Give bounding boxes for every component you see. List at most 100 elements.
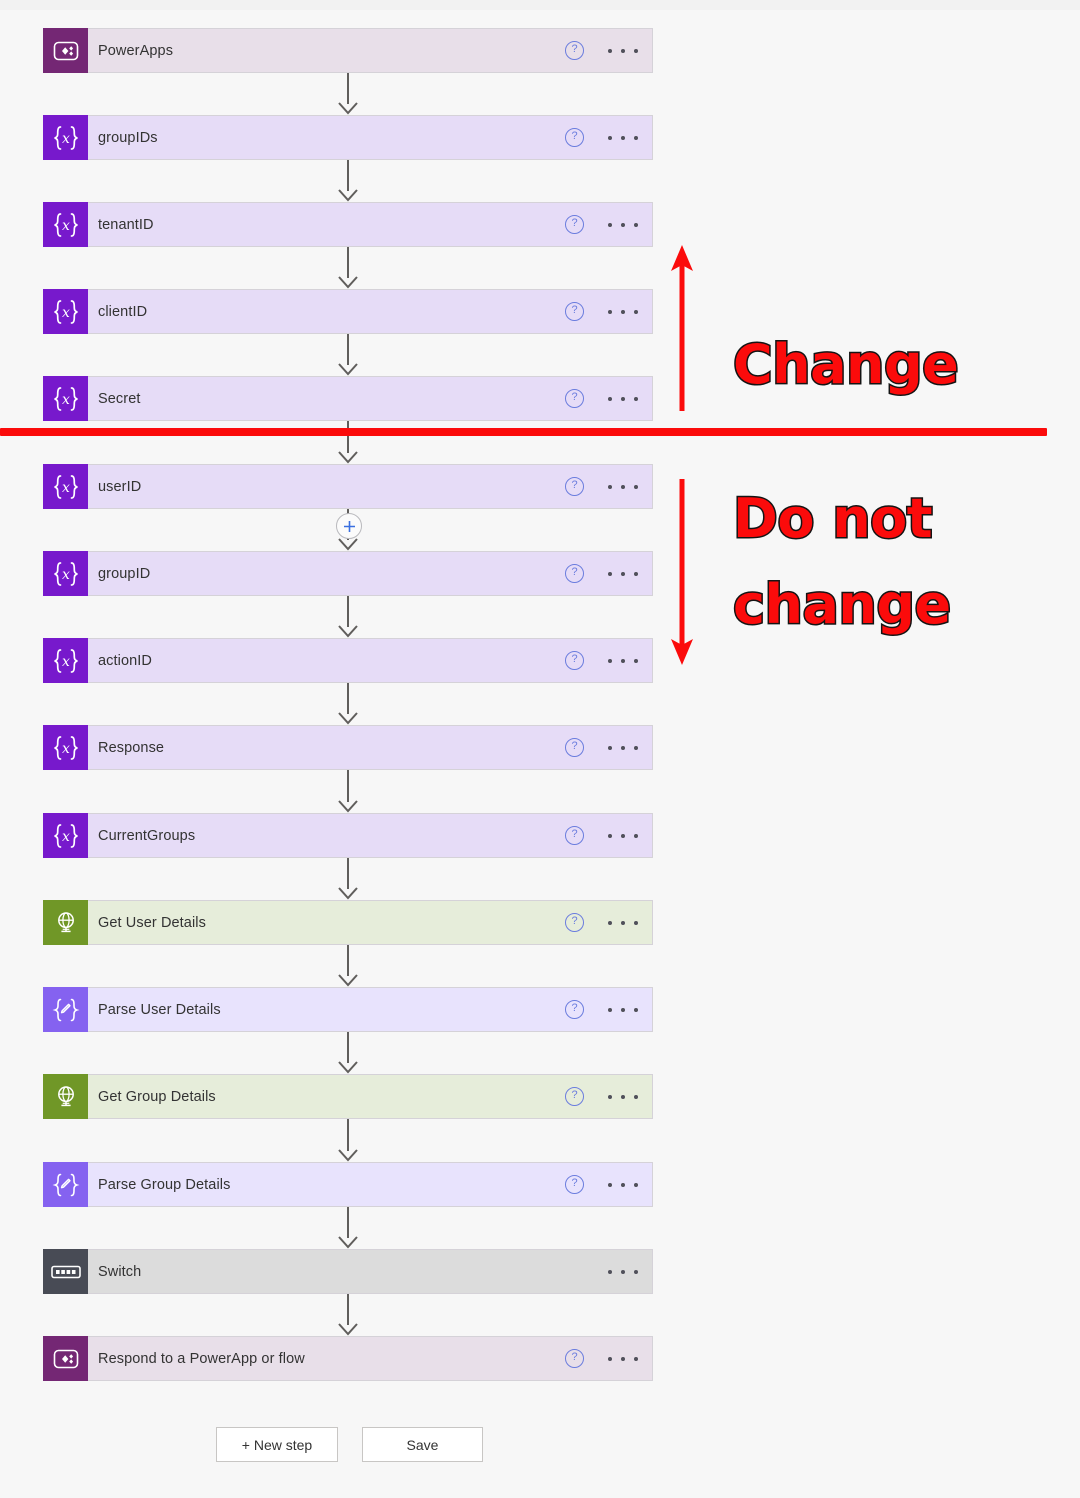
help-icon[interactable]: ? (565, 1349, 584, 1368)
help-icon[interactable]: ? (565, 1087, 584, 1106)
flow-card-GetUserDetails[interactable]: Get User Details? (43, 900, 653, 945)
help-icon[interactable]: ? (565, 1175, 584, 1194)
flow-connector-line (347, 247, 349, 278)
flow-card-userID[interactable]: x userID? (43, 464, 653, 509)
variable-icon: x (43, 289, 88, 334)
help-icon[interactable]: ? (565, 215, 584, 234)
more-options-icon[interactable] (608, 48, 638, 53)
flow-card-title: Get User Details (98, 914, 206, 931)
svg-text:x: x (62, 305, 70, 321)
flow-card-groupIDs[interactable]: x groupIDs? (43, 115, 653, 160)
globe-icon (43, 900, 88, 945)
insert-new-step-button[interactable] (336, 513, 362, 539)
help-icon[interactable]: ? (565, 738, 584, 757)
more-options-icon[interactable] (608, 222, 638, 227)
variable-icon: x (53, 299, 78, 324)
powerapps-icon (43, 1336, 88, 1381)
flow-connector-line (347, 73, 349, 104)
more-options-icon[interactable] (608, 309, 638, 314)
parse-json-icon (43, 987, 88, 1032)
save-button[interactable]: Save (362, 1427, 483, 1462)
globe-icon (43, 1074, 88, 1119)
flow-connector-line (347, 334, 349, 365)
annotation-change-2-label: change (732, 573, 953, 636)
flow-card-powerapps[interactable]: PowerApps? (43, 28, 653, 73)
flow-card-actionID[interactable]: x actionID? (43, 638, 653, 683)
flow-card-ParseUserDetails[interactable]: Parse User Details? (43, 987, 653, 1032)
help-icon[interactable]: ? (565, 564, 584, 583)
variable-icon: x (53, 561, 78, 586)
switch-icon (43, 1249, 88, 1294)
flow-card-Response[interactable]: x Response? (43, 725, 653, 770)
more-options-icon[interactable] (608, 571, 638, 576)
flow-card-title: groupID (98, 565, 151, 582)
flow-connector-line (347, 421, 349, 453)
svg-text:x: x (62, 480, 70, 496)
variable-icon: x (43, 376, 88, 421)
parse-json-icon (52, 1173, 79, 1196)
more-options-icon[interactable] (608, 484, 638, 489)
parse-json-icon (52, 998, 79, 1021)
variable-icon: x (43, 725, 88, 770)
variable-icon: x (43, 464, 88, 509)
flow-card-clientID[interactable]: x clientID? (43, 289, 653, 334)
more-options-icon[interactable] (608, 135, 638, 140)
help-icon[interactable]: ? (565, 826, 584, 845)
help-icon[interactable]: ? (565, 651, 584, 670)
variable-icon: x (43, 551, 88, 596)
more-options-icon[interactable] (608, 1182, 638, 1187)
flow-connector-arrowhead (337, 189, 359, 202)
variable-icon: x (53, 212, 78, 237)
more-options-icon[interactable] (608, 658, 638, 663)
annotation-arrow-up (668, 243, 696, 411)
more-options-icon[interactable] (608, 396, 638, 401)
flow-card-Secret[interactable]: x Secret? (43, 376, 653, 421)
flow-connector-line (347, 1294, 349, 1325)
more-options-icon[interactable] (608, 920, 638, 925)
variable-icon: x (53, 823, 78, 848)
powerapps-icon (43, 28, 88, 73)
flow-connector-line (347, 858, 349, 889)
flow-card-Switch[interactable]: Switch? (43, 1249, 653, 1294)
flow-card-title: Response (98, 739, 165, 756)
flow-card-title: userID (98, 478, 142, 495)
more-options-icon[interactable] (608, 833, 638, 838)
flow-connector-line (347, 160, 349, 191)
flow-card-title: Switch (98, 1263, 142, 1280)
more-options-icon[interactable] (608, 1094, 638, 1099)
flow-card-RespondPowerApp[interactable]: Respond to a PowerApp or flow? (43, 1336, 653, 1381)
flow-card-GetGroupDetails[interactable]: Get Group Details? (43, 1074, 653, 1119)
flow-connector-arrowhead (337, 887, 359, 900)
annotation-divider-line (0, 428, 1047, 436)
help-icon[interactable]: ? (565, 41, 584, 60)
flow-connector-arrowhead (337, 712, 359, 725)
flow-card-ParseGroupDetails[interactable]: Parse Group Details? (43, 1162, 653, 1207)
help-icon[interactable]: ? (565, 913, 584, 932)
more-options-icon[interactable] (608, 745, 638, 750)
flow-connector-line (347, 596, 349, 627)
annotation-change-label: Change (731, 333, 960, 396)
flow-card-title: Get Group Details (98, 1088, 216, 1105)
flow-card-tenantID[interactable]: x tenantID? (43, 202, 653, 247)
variable-icon: x (53, 735, 78, 760)
more-options-icon[interactable] (608, 1269, 638, 1274)
flow-connector-arrowhead (337, 625, 359, 638)
help-icon[interactable]: ? (565, 389, 584, 408)
flow-card-title: actionID (98, 652, 152, 669)
powerapps-icon (53, 41, 78, 60)
flow-connector-line (347, 1119, 349, 1151)
svg-text:x: x (62, 131, 70, 147)
flow-card-title: Parse User Details (98, 1001, 221, 1018)
flow-card-groupID[interactable]: x groupID? (43, 551, 653, 596)
help-icon[interactable]: ? (565, 1000, 584, 1019)
new-step-button[interactable]: + New step (216, 1427, 338, 1462)
more-options-icon[interactable] (608, 1007, 638, 1012)
flow-connector-arrowhead (337, 363, 359, 376)
help-icon[interactable]: ? (565, 302, 584, 321)
flow-card-title: clientID (98, 303, 148, 320)
more-options-icon[interactable] (608, 1356, 638, 1361)
help-icon[interactable]: ? (565, 477, 584, 496)
flow-card-title: tenantID (98, 216, 154, 233)
flow-card-CurrentGroups[interactable]: x CurrentGroups? (43, 813, 653, 858)
help-icon[interactable]: ? (565, 128, 584, 147)
